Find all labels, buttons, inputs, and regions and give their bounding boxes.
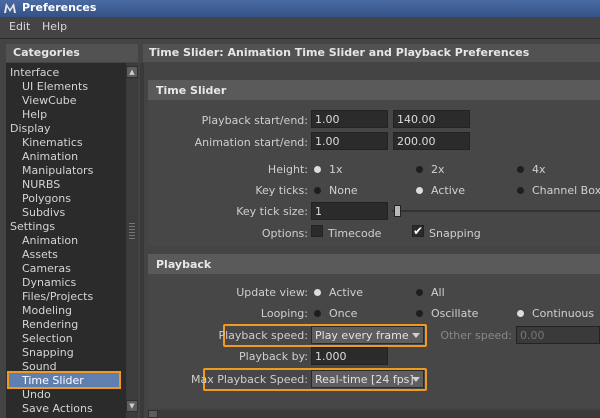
category-item[interactable]: Dynamics — [22, 276, 76, 290]
playback-speed-dropdown[interactable]: Play every frame — [311, 326, 424, 344]
playback-speed-label: Playback speed: — [218, 329, 308, 342]
key-ticks-active-radio[interactable] — [416, 187, 423, 194]
section-title: Time Slider: Animation Time Slider and P… — [143, 44, 600, 62]
height-2x-radio[interactable] — [416, 166, 423, 173]
scroll-left-icon[interactable] — [148, 410, 158, 418]
looping-label: Looping: — [260, 307, 308, 320]
update-view-label: Update view: — [236, 286, 308, 299]
playback-frame-title[interactable]: Playback — [148, 255, 600, 274]
chevron-down-icon — [412, 377, 420, 382]
category-item-time-slider[interactable]: Time Slider — [22, 374, 84, 388]
key-tick-size-field[interactable]: 1 — [311, 202, 388, 220]
category-item[interactable]: Interface — [10, 66, 59, 80]
animation-start-end-label: Animation start/end: — [194, 136, 308, 149]
category-item[interactable]: Animation — [22, 234, 78, 248]
category-item[interactable]: Kinematics — [22, 136, 83, 150]
category-item[interactable]: NURBS — [22, 178, 60, 192]
snapping-label: Snapping — [429, 227, 481, 240]
other-speed-field[interactable]: 0.00 — [516, 326, 600, 344]
key-ticks-channel-box-label: Channel Box — [532, 184, 600, 197]
key-tick-size-label: Key tick size: — [236, 205, 308, 218]
height-1x-radio[interactable] — [314, 166, 321, 173]
max-playback-speed-dropdown[interactable]: Real-time [24 fps] — [311, 370, 424, 388]
timecode-checkbox[interactable] — [311, 225, 323, 237]
category-item[interactable]: Save Actions — [22, 402, 93, 416]
window-title: Preferences — [22, 1, 97, 14]
key-ticks-active-label: Active — [431, 184, 466, 197]
update-view-all-radio[interactable] — [416, 289, 423, 296]
horizontal-scrollbar[interactable] — [148, 410, 600, 418]
playback-by-field[interactable]: 1.000 — [311, 347, 388, 365]
category-item[interactable]: UI Elements — [22, 80, 88, 94]
looping-once-label: Once — [329, 307, 358, 320]
update-view-active-label: Active — [329, 286, 364, 299]
playback-by-label: Playback by: — [239, 350, 308, 363]
category-item[interactable]: Animation — [22, 150, 78, 164]
snapping-checkbox[interactable]: ✔ — [412, 225, 424, 237]
key-ticks-label: Key ticks: — [255, 184, 308, 197]
height-2x-label: 2x — [431, 163, 445, 176]
menu-help[interactable]: Help — [42, 20, 67, 33]
height-1x-label: 1x — [329, 163, 343, 176]
category-item[interactable]: Display — [10, 122, 51, 136]
category-item[interactable]: Files/Projects — [22, 290, 93, 304]
animation-start-field[interactable]: 1.00 — [311, 132, 388, 150]
looping-continuous-label: Continuous — [532, 307, 595, 320]
title-bar: Preferences — [0, 0, 600, 17]
category-item[interactable]: Sound — [22, 360, 57, 374]
category-item[interactable]: Rendering — [22, 318, 78, 332]
category-item[interactable]: Polygons — [22, 192, 71, 206]
category-item[interactable]: Subdivs — [22, 206, 65, 220]
max-playback-speed-value: Real-time [24 fps] — [315, 373, 414, 386]
menu-bar: Edit Help — [0, 17, 600, 38]
update-view-all-label: All — [431, 286, 445, 299]
playback-end-field[interactable]: 140.00 — [393, 110, 470, 128]
height-4x-radio[interactable] — [517, 166, 524, 173]
playback-start-end-label: Playback start/end: — [201, 114, 308, 127]
categories-header: Categories — [6, 44, 138, 62]
playback-frame: Playback Update view: Active All Looping… — [148, 254, 600, 408]
timecode-label: Timecode — [328, 227, 382, 240]
time-slider-frame: Time Slider Playback start/end: 1.00 140… — [148, 80, 600, 246]
key-ticks-channel-box-radio[interactable] — [517, 187, 524, 194]
scroll-grip[interactable] — [129, 223, 135, 241]
looping-oscillate-radio[interactable] — [416, 310, 423, 317]
looping-oscillate-label: Oscillate — [431, 307, 479, 320]
category-item[interactable]: Selection — [22, 332, 73, 346]
category-item[interactable]: Modeling — [22, 304, 72, 318]
playback-speed-value: Play every frame — [315, 329, 409, 342]
height-label: Height: — [267, 163, 308, 176]
chevron-down-icon — [412, 333, 420, 338]
category-item[interactable]: Cameras — [22, 262, 71, 276]
animation-end-field[interactable]: 200.00 — [393, 132, 470, 150]
panel-splitter[interactable] — [140, 63, 144, 418]
categories-list[interactable]: Interface UI Elements ViewCube Help Disp… — [6, 63, 138, 418]
time-slider-frame-title[interactable]: Time Slider — [148, 81, 600, 100]
category-item[interactable]: Help — [22, 108, 47, 122]
looping-once-radio[interactable] — [314, 310, 321, 317]
playback-start-field[interactable]: 1.00 — [311, 110, 388, 128]
category-item[interactable]: Manipulators — [22, 164, 93, 178]
key-tick-size-slider-track[interactable] — [392, 210, 600, 212]
categories-scrollbar[interactable]: ▲ ▼ — [126, 63, 138, 418]
category-item[interactable]: Assets — [22, 248, 58, 262]
update-view-active-radio[interactable] — [314, 289, 321, 296]
menu-edit[interactable]: Edit — [9, 20, 30, 33]
category-item[interactable]: Settings — [10, 220, 55, 234]
maya-app-icon — [4, 3, 16, 13]
key-ticks-none-label: None — [329, 184, 358, 197]
key-tick-size-slider-handle[interactable] — [394, 205, 401, 217]
scroll-down-icon[interactable]: ▼ — [126, 400, 138, 412]
max-playback-speed-label: Max Playback Speed: — [190, 373, 308, 386]
category-item[interactable]: ViewCube — [22, 94, 77, 108]
options-label: Options: — [261, 227, 308, 240]
other-speed-label: Other speed: — [440, 329, 512, 342]
height-4x-label: 4x — [532, 163, 546, 176]
menu-divider — [0, 38, 600, 39]
scroll-up-icon[interactable]: ▲ — [126, 66, 138, 78]
category-item[interactable]: Snapping — [22, 346, 74, 360]
key-ticks-none-radio[interactable] — [314, 187, 321, 194]
looping-continuous-radio[interactable] — [517, 310, 524, 317]
category-item[interactable]: Undo — [22, 388, 51, 402]
